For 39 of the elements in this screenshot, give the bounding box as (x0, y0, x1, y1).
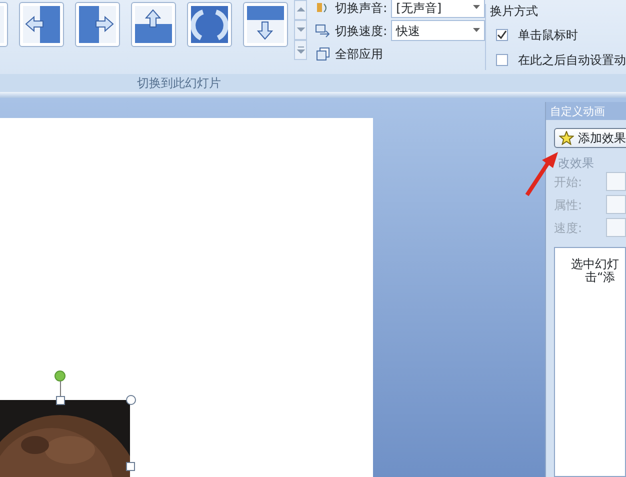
speed-dropdown[interactable]: 快速 (391, 20, 486, 41)
star-icon (559, 131, 574, 145)
section-heading: 改效果 (558, 156, 594, 170)
checkbox[interactable] (496, 54, 508, 66)
rotation-handle[interactable] (54, 370, 66, 382)
scroll-down-button[interactable] (294, 20, 308, 40)
add-effect-button[interactable]: 添加效果 (554, 128, 626, 148)
expand-icon (296, 45, 306, 55)
transition-thumbnail[interactable] (19, 2, 64, 47)
transition-thumbnail[interactable] (131, 2, 176, 47)
pane-title: 自定义动画 (546, 102, 626, 120)
section-title: 换片方式 (490, 3, 539, 20)
resize-handle[interactable] (126, 395, 136, 405)
checkbox-label: 单击鼠标时 (518, 26, 578, 44)
field-label: 开始: (554, 174, 582, 190)
dropdown-field[interactable] (606, 218, 626, 237)
speed-label: 切换速度: (335, 22, 388, 40)
field-label: 属性: (554, 196, 582, 214)
transition-thumbnail[interactable] (243, 2, 288, 47)
scroll-up-button[interactable] (294, 0, 308, 20)
dropdown-field[interactable] (606, 195, 626, 214)
checkbox-label: 在此之后自动设置动 (518, 52, 626, 68)
transition-thumbnail[interactable] (75, 2, 120, 47)
field-label: 速度: (554, 220, 582, 236)
transition-thumbnail[interactable] (187, 2, 232, 47)
group-label: 切换到此幻灯片 (137, 76, 221, 90)
dropdown-arrow-icon (473, 5, 480, 10)
speed-icon (315, 22, 332, 38)
resize-handle[interactable] (56, 396, 65, 405)
slides-icon (315, 46, 332, 62)
apply-all-button[interactable]: 全部应用 (335, 44, 384, 62)
checkbox[interactable] (496, 28, 508, 40)
hint-text: 选中幻灯 击“添 (554, 247, 626, 477)
sound-label: 切换声音: (335, 0, 388, 16)
resize-handle[interactable] (126, 462, 135, 471)
more-button[interactable] (294, 40, 308, 60)
dropdown-field[interactable] (606, 172, 626, 191)
dropdown-arrow-icon (473, 28, 480, 33)
sound-dropdown[interactable]: [无声音] (391, 0, 486, 18)
